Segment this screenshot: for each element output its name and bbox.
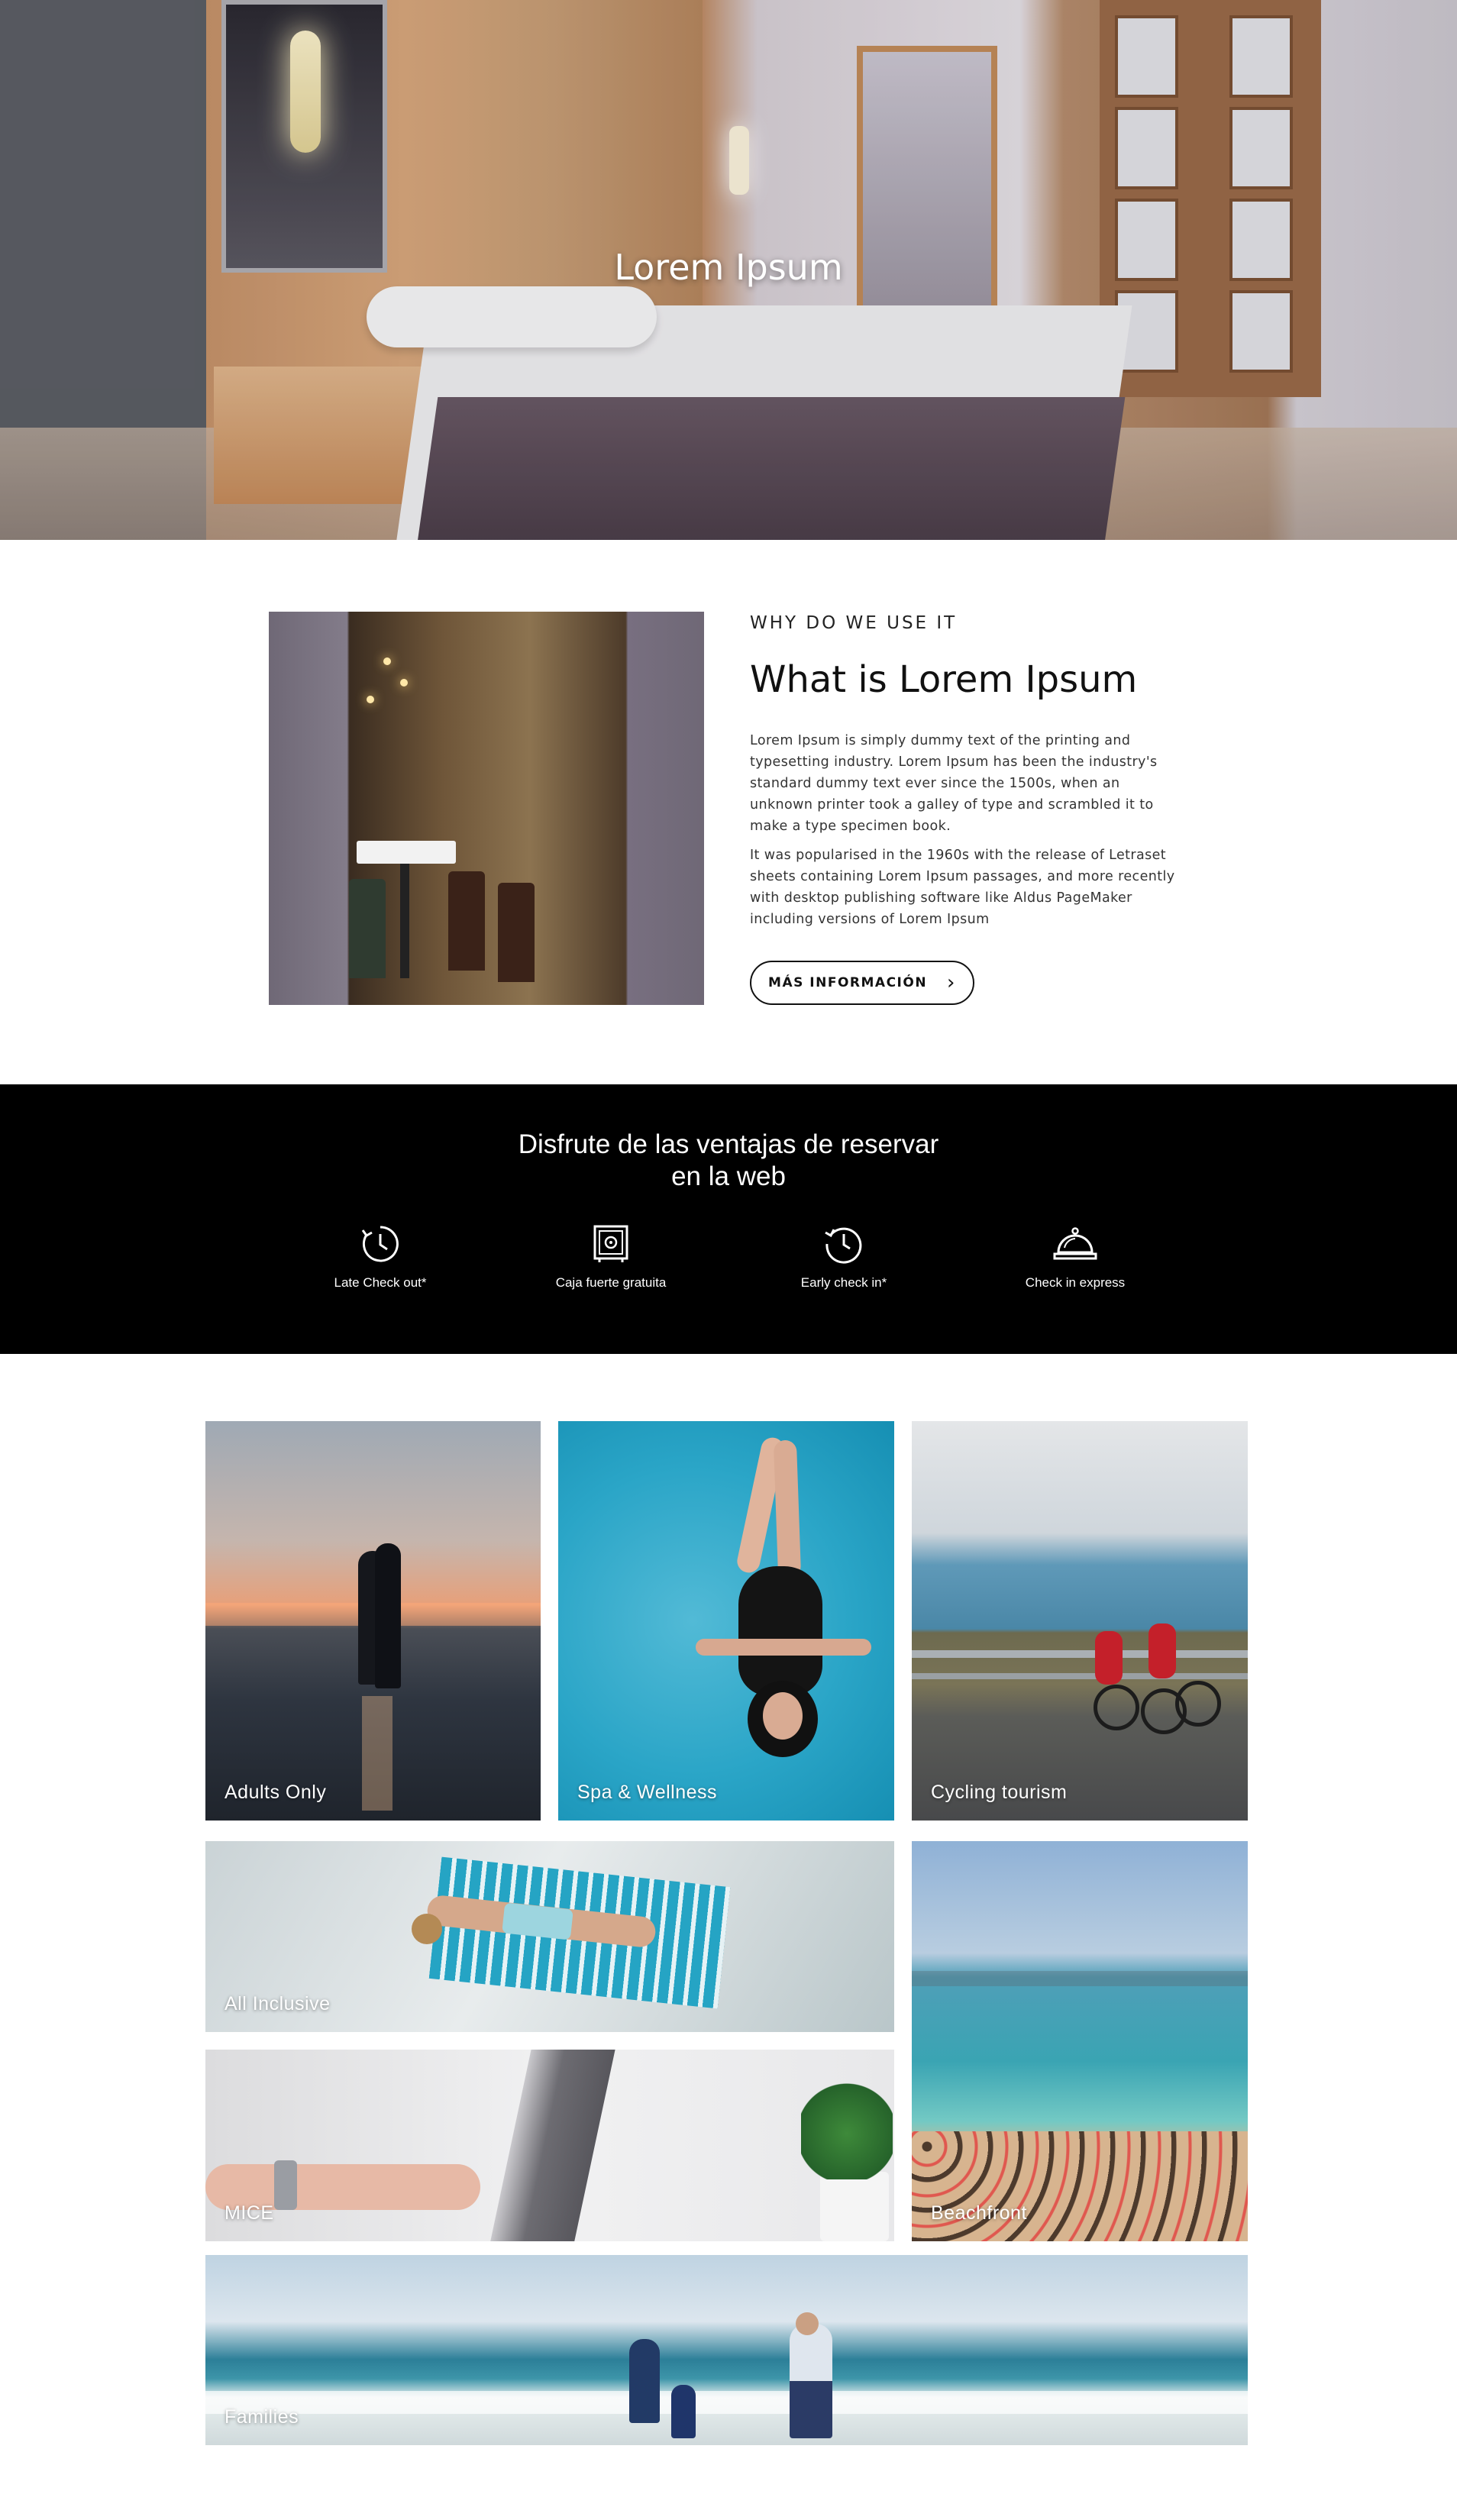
tile-label: Spa & Wellness <box>577 1782 718 1803</box>
tile-label: Families <box>225 2406 299 2428</box>
late-checkout-clock-icon <box>361 1226 399 1262</box>
hero-title: Lorem Ipsum <box>614 247 843 288</box>
benefit-label: Caja fuerte gratuita <box>555 1275 667 1290</box>
more-info-label: MÁS INFORMACIÓN <box>768 975 928 990</box>
tile-beachfront[interactable]: Beachfront <box>912 1841 1248 2241</box>
benefit-check-in-express: Check in express <box>976 1223 1174 1291</box>
benefit-late-checkout: Late Check out* <box>281 1223 480 1291</box>
reception-bell-icon <box>1053 1227 1097 1260</box>
safe-box-icon <box>593 1225 628 1262</box>
tile-label: All Inclusive <box>225 1993 331 2014</box>
intro-paragraph-1: Lorem Ipsum is simply dummy text of the … <box>750 733 1158 834</box>
benefit-label: Early check in* <box>800 1275 887 1290</box>
early-checkin-history-icon <box>825 1227 862 1264</box>
section-eyebrow: WHY DO WE USE IT <box>750 613 958 633</box>
tile-spa-wellness[interactable]: Spa & Wellness <box>558 1421 894 1821</box>
tile-all-inclusive[interactable]: All Inclusive <box>205 1841 894 2032</box>
tile-label: MICE <box>225 2202 274 2224</box>
hero-banner: Lorem Ipsum <box>0 0 1457 540</box>
booking-benefits-section: Disfrute de las ventajas de reservar en … <box>0 1084 1457 1354</box>
chevron-right-icon: › <box>947 971 956 994</box>
restaurant-table <box>357 841 456 864</box>
benefits-title-line-2: en la web <box>671 1161 786 1191</box>
benefit-early-checkin: Early check in* <box>745 1223 943 1291</box>
tile-label: Adults Only <box>225 1782 327 1803</box>
tile-cycling-tourism[interactable]: Cycling tourism <box>912 1421 1248 1821</box>
benefit-label: Late Check out* <box>334 1275 427 1290</box>
restaurant-photo <box>269 612 704 1005</box>
tile-label: Beachfront <box>931 2202 1027 2224</box>
tile-label: Cycling tourism <box>931 1782 1068 1803</box>
tile-families[interactable]: Families <box>205 2255 1248 2445</box>
benefit-label: Check in express <box>1025 1275 1126 1290</box>
more-info-button[interactable]: MÁS INFORMACIÓN › <box>750 961 974 1005</box>
benefits-title-line-1: Disfrute de las ventajas de reservar <box>518 1129 939 1159</box>
tile-adults-only[interactable]: Adults Only <box>205 1421 541 1821</box>
benefit-safe-box: Caja fuerte gratuita <box>512 1223 710 1291</box>
tile-mice[interactable]: MICE <box>205 2050 894 2241</box>
benefits-title: Disfrute de las ventajas de reservar en … <box>0 1129 1457 1193</box>
section-title: What is Lorem Ipsum <box>750 658 1138 701</box>
intro-paragraph-2: It was popularised in the 1960s with the… <box>750 848 1175 927</box>
